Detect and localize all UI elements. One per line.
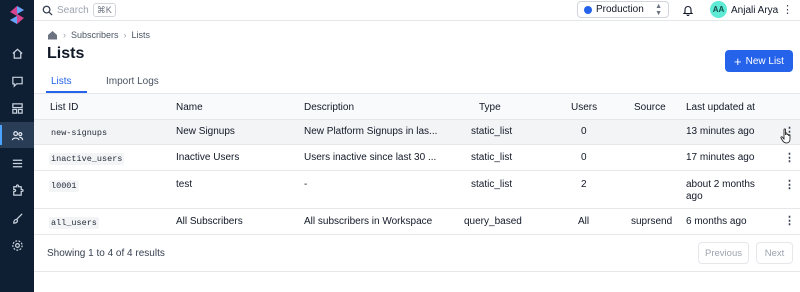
column-users: Users — [571, 102, 598, 113]
page-title: Lists — [47, 45, 85, 62]
column-name: Name — [176, 102, 203, 113]
previous-button[interactable]: Previous — [698, 242, 749, 264]
search-shortcut: ⌘K — [92, 3, 116, 17]
list-description: - — [304, 179, 308, 190]
sidebar-item-integrations[interactable] — [0, 177, 34, 203]
list-id: l0001 — [49, 180, 79, 192]
template-icon — [11, 102, 23, 114]
list-name: Inactive Users — [176, 152, 240, 163]
list-updated: 13 minutes ago — [686, 126, 755, 137]
list-updated: 6 months ago — [686, 216, 747, 227]
sidebar — [0, 0, 34, 292]
sidebar-item-settings[interactable] — [0, 232, 34, 258]
new-list-label: New List — [745, 55, 784, 67]
column-type: Type — [479, 102, 501, 113]
list-type: static_list — [471, 126, 513, 137]
column-source: Source — [634, 102, 666, 113]
chevron-right-icon: › — [123, 30, 127, 40]
list-users: All — [578, 216, 590, 227]
row-actions-kebab-icon[interactable]: ⋮ — [784, 178, 795, 191]
active-tab-indicator — [46, 91, 87, 93]
list-id: new-signups — [49, 127, 110, 139]
sidebar-item-home[interactable] — [0, 40, 34, 66]
column-description: Description — [304, 102, 355, 113]
integrations-icon — [12, 183, 24, 196]
sidebar-item-subscribers[interactable] — [0, 122, 34, 148]
home-icon[interactable] — [47, 30, 58, 40]
logo-icon[interactable] — [8, 5, 26, 25]
hand-cursor-icon — [780, 128, 791, 144]
tab-bar: Lists Import Logs — [34, 72, 800, 94]
tab-lists[interactable]: Lists — [51, 76, 72, 87]
list-type: static_list — [471, 179, 513, 190]
sidebar-item-lists[interactable] — [0, 150, 34, 176]
table-row[interactable]: new-signups New Signups New Platform Sig… — [34, 120, 800, 145]
home-icon — [11, 48, 23, 59]
row-actions-kebab-icon[interactable]: ⋮ — [784, 214, 795, 227]
column-last-updated: Last updated at — [686, 102, 755, 113]
list-updated: 17 minutes ago — [686, 152, 755, 163]
environment-select[interactable]: Production ▲ ▼ — [577, 1, 669, 18]
tab-import-logs[interactable]: Import Logs — [106, 76, 159, 87]
chat-icon — [11, 76, 23, 88]
search-placeholder[interactable]: Search — [57, 5, 89, 16]
divider — [34, 271, 800, 272]
table-row[interactable]: all_users All Subscribers All subscriber… — [34, 209, 800, 235]
bell-icon[interactable] — [682, 4, 694, 16]
list-description: All subscribers in Workspace — [304, 216, 433, 227]
breadcrumb-lists[interactable]: Lists — [132, 30, 151, 40]
list-type: query_based — [464, 216, 522, 227]
subscribers-icon — [11, 130, 23, 140]
list-updated-line2: ago — [686, 191, 703, 202]
chevron-right-icon: › — [63, 30, 66, 40]
plus-icon: + — [734, 53, 742, 69]
row-actions-kebab-icon[interactable]: ⋮ — [784, 151, 795, 164]
list-description: New Platform Signups in las... — [304, 126, 438, 137]
environment-label: Production — [596, 4, 644, 15]
sidebar-item-messages[interactable] — [0, 68, 34, 94]
sidebar-item-templates[interactable] — [0, 95, 34, 121]
list-type: static_list — [471, 152, 513, 163]
list-source: suprsend — [631, 216, 673, 227]
table-row[interactable]: inactive_users Inactive Users Users inac… — [34, 145, 800, 171]
results-summary: Showing 1 to 4 of 4 results — [47, 248, 165, 259]
list-name: test — [176, 179, 193, 190]
list-icon — [12, 159, 22, 167]
list-name: All Subscribers — [176, 216, 243, 227]
user-name[interactable]: Anjali Arya — [731, 5, 778, 16]
topbar: Search ⌘K Production ▲ ▼ AA Anjali Arya ⋮ — [34, 0, 800, 21]
chevron-updown-icon: ▲ ▼ — [655, 2, 662, 17]
list-id: all_users — [49, 217, 99, 229]
list-description: Users inactive since last 30 ... — [304, 152, 437, 163]
list-updated: about 2 months — [686, 179, 755, 190]
settings-icon — [11, 239, 23, 251]
new-list-button[interactable]: + New List — [725, 50, 793, 72]
table-header: List ID Name Description Type Users Sour… — [34, 94, 800, 120]
list-users: 0 — [581, 152, 587, 163]
brush-icon — [12, 212, 23, 224]
breadcrumb: › Subscribers › Lists — [47, 30, 150, 40]
sidebar-item-branding[interactable] — [0, 205, 34, 231]
table-row[interactable]: l0001 test - static_list 2 about 2 month… — [34, 171, 800, 209]
user-menu-kebab-icon[interactable]: ⋮ — [782, 3, 793, 16]
avatar[interactable]: AA — [710, 1, 727, 18]
list-users: 2 — [581, 179, 587, 190]
search-box[interactable]: Search ⌘K — [42, 3, 116, 17]
environment-dot — [584, 5, 592, 14]
list-id: inactive_users — [49, 153, 125, 165]
list-name: New Signups — [176, 126, 235, 137]
next-button[interactable]: Next — [756, 242, 793, 264]
column-list-id: List ID — [50, 102, 79, 113]
list-users: 0 — [581, 126, 587, 137]
breadcrumb-subscribers[interactable]: Subscribers — [71, 30, 119, 40]
search-icon — [42, 5, 53, 16]
